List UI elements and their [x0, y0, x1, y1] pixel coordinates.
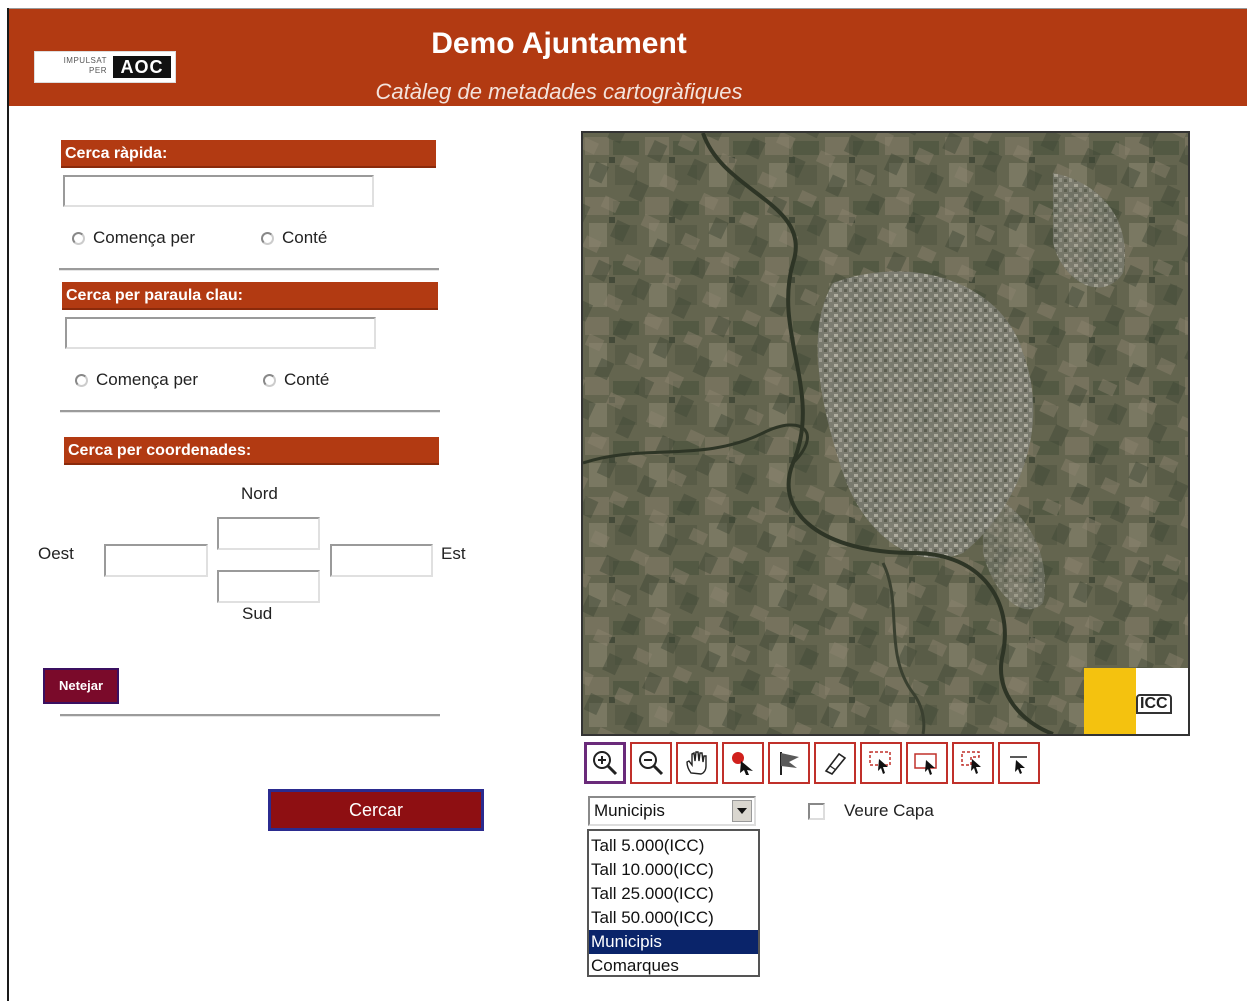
select-rect-icon: [869, 751, 891, 774]
point-button[interactable]: [722, 742, 764, 784]
divider: [60, 410, 440, 413]
south-coord-input[interactable]: [217, 570, 320, 603]
zoom-in-icon: [593, 751, 618, 776]
logo-per-text: PER: [89, 66, 107, 75]
icc-logo-text: ICC: [1136, 694, 1172, 714]
eraser-icon: [824, 752, 847, 776]
north-coord-input[interactable]: [217, 517, 320, 550]
aoc-logo: IMPULSAT PER AOC: [34, 51, 176, 83]
pointer-icon: [1010, 756, 1027, 774]
flag-icon: [780, 752, 799, 775]
flag-button[interactable]: [768, 742, 810, 784]
keyword-search-starts-radio[interactable]: Comença per: [75, 370, 198, 390]
layer-option[interactable]: Tall 25.000(ICC): [589, 882, 758, 906]
zoom-out-icon: [639, 751, 664, 776]
keyword-search-contains-radio[interactable]: Conté: [263, 370, 329, 390]
show-layer-checkbox[interactable]: [808, 803, 825, 820]
map-toolbar: [584, 742, 1040, 788]
aerial-imagery: [583, 133, 1188, 734]
south-label: Sud: [242, 604, 273, 623]
logo-impulsat-text: IMPULSAT: [63, 56, 107, 65]
coord-search-heading: Cerca per coordenades:: [64, 437, 439, 465]
layer-option-selected[interactable]: Municipis: [589, 930, 758, 954]
pan-hand-icon: [686, 751, 707, 775]
aerial-map[interactable]: ICC: [581, 131, 1190, 736]
select-polygon-icon: [961, 751, 981, 774]
select-rect-2-button[interactable]: [906, 742, 948, 784]
chevron-down-icon[interactable]: [732, 800, 752, 822]
layer-option[interactable]: Tall 50.000(ICC): [589, 906, 758, 930]
clear-button[interactable]: Netejar: [43, 668, 119, 704]
layer-option[interactable]: Tall 10.000(ICC): [589, 858, 758, 882]
zoom-out-button[interactable]: [630, 742, 672, 784]
quick-search-starts-radio[interactable]: Comença per: [72, 228, 195, 248]
keyword-search-heading: Cerca per paraula clau:: [62, 282, 438, 310]
layer-listbox[interactable]: Tall 5.000(ICC) Tall 10.000(ICC) Tall 25…: [587, 829, 760, 977]
north-label: Nord: [241, 484, 278, 503]
logo-aoc-mark: AOC: [113, 56, 171, 78]
layer-select-value: Municipis: [594, 801, 665, 820]
pin-point-icon: [732, 752, 753, 775]
divider: [60, 714, 440, 717]
header-banner: IMPULSAT PER AOC Demo Ajuntament Catàleg…: [9, 9, 1247, 106]
icc-logo: ICC: [1084, 668, 1188, 734]
show-layer-label: Veure Capa: [844, 801, 934, 820]
radio-circle-icon[interactable]: [72, 231, 85, 245]
radio-circle-icon[interactable]: [75, 373, 88, 387]
quick-search-input[interactable]: [63, 175, 374, 207]
divider: [59, 268, 439, 271]
keyword-search-contains-label: Conté: [284, 370, 330, 389]
keyword-search-starts-label: Comença per: [96, 370, 199, 389]
east-label: Est: [441, 544, 466, 563]
layer-select[interactable]: Municipis: [588, 796, 756, 826]
page-frame-left: [7, 8, 9, 1001]
select-rect-button[interactable]: [860, 742, 902, 784]
search-button[interactable]: Cercar: [268, 789, 484, 831]
layer-option[interactable]: Comarques: [589, 954, 758, 978]
page-title: Demo Ajuntament: [431, 27, 687, 60]
quick-search-heading: Cerca ràpida:: [61, 140, 436, 168]
layer-option[interactable]: Tall 5.000(ICC): [589, 834, 758, 858]
radio-circle-icon[interactable]: [261, 231, 274, 245]
keyword-search-input[interactable]: [65, 317, 376, 349]
select-polygon-button[interactable]: [952, 742, 994, 784]
radio-circle-icon[interactable]: [263, 373, 276, 387]
quick-search-starts-label: Comença per: [93, 228, 196, 247]
quick-search-contains-label: Conté: [282, 228, 328, 247]
select-rect-2-icon: [914, 753, 937, 775]
pan-button[interactable]: [676, 742, 718, 784]
west-label: Oest: [38, 544, 74, 563]
east-coord-input[interactable]: [330, 544, 433, 577]
pointer-button[interactable]: [998, 742, 1040, 784]
erase-button[interactable]: [814, 742, 856, 784]
quick-search-contains-radio[interactable]: Conté: [261, 228, 327, 248]
page-subtitle: Catàleg de metadades cartogràfiques: [375, 79, 743, 104]
zoom-in-button[interactable]: [584, 742, 626, 784]
west-coord-input[interactable]: [104, 544, 208, 577]
